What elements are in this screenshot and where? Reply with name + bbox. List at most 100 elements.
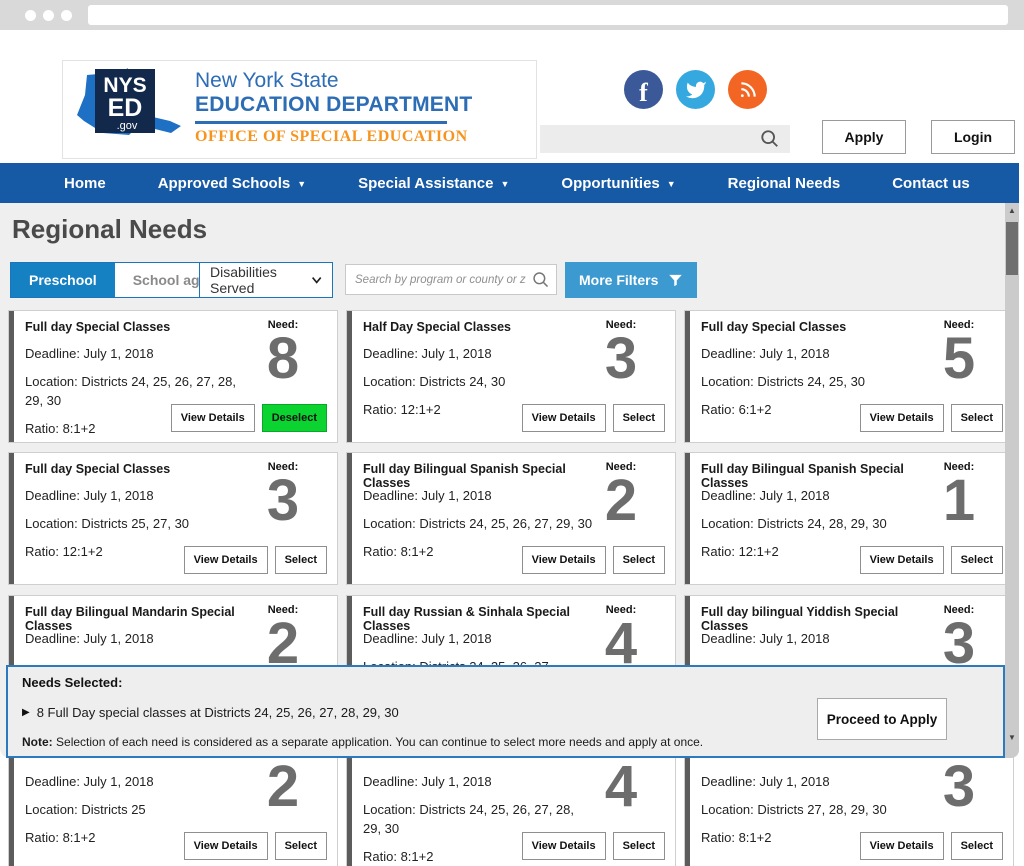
- page-title: Regional Needs: [12, 214, 207, 245]
- deselect-button[interactable]: Deselect: [262, 404, 327, 432]
- nav-item-approved-schools[interactable]: Approved Schools▼: [158, 175, 306, 192]
- card-deadline: Deadline: July 1, 2018: [25, 630, 257, 649]
- select-button[interactable]: Select: [613, 404, 665, 432]
- brand-line2: EDUCATION DEPARTMENT: [195, 93, 472, 117]
- select-button[interactable]: Select: [951, 546, 1003, 574]
- logo-ed-text: ED: [108, 94, 143, 122]
- search-icon[interactable]: [532, 271, 550, 289]
- card-accent-bar: [9, 739, 14, 866]
- selection-note-text: Selection of each need is considered as …: [56, 735, 703, 749]
- view-details-button[interactable]: View Details: [860, 546, 944, 574]
- nysed-logo[interactable]: NYS ED .gov New York State EDUCATION DEP…: [62, 60, 537, 159]
- program-search-input[interactable]: [346, 265, 556, 294]
- select-button[interactable]: Select: [613, 832, 665, 860]
- card-actions: View DetailsSelect: [860, 546, 1003, 574]
- window-dot-3[interactable]: [61, 10, 72, 21]
- card-title: Half Day Special Classes: [363, 320, 591, 334]
- card-deadline: Deadline: July 1, 2018: [25, 773, 257, 792]
- scrollbar-thumb[interactable]: [1006, 222, 1018, 275]
- selected-need-item[interactable]: ▶ 8 Full Day special classes at Districts…: [22, 705, 399, 720]
- rss-icon[interactable]: [728, 70, 767, 109]
- window-dot-2[interactable]: [43, 10, 54, 21]
- view-details-button[interactable]: View Details: [860, 404, 944, 432]
- need-card: Full day Bilingual Spanish Special Class…: [346, 452, 676, 585]
- card-location: Location: Districts 25, 27, 30: [25, 515, 257, 534]
- view-details-button[interactable]: View Details: [522, 832, 606, 860]
- card-title: Full day Bilingual Spanish Special Class…: [701, 462, 929, 490]
- needs-selected-list: ▶ 8 Full Day special classes at Districts…: [22, 705, 399, 720]
- need-card: Full day Bilingual Spanish Special Class…: [684, 452, 1014, 585]
- card-accent-bar: [347, 739, 352, 866]
- nav-item-contact-us[interactable]: Contact us: [892, 175, 970, 192]
- card-deadline: Deadline: July 1, 2018: [363, 487, 595, 506]
- card-deadline: Deadline: July 1, 2018: [701, 487, 933, 506]
- card-deadline: Deadline: July 1, 2018: [363, 345, 595, 364]
- card-location: Location: Districts 25: [25, 801, 257, 820]
- card-title: Full day Russian & Sinhala Special Class…: [363, 605, 591, 633]
- nav-item-home[interactable]: Home: [64, 175, 106, 192]
- address-bar[interactable]: [88, 5, 1008, 25]
- twitter-icon[interactable]: [676, 70, 715, 109]
- card-location: Location: Districts 24, 30: [363, 373, 595, 392]
- main-nav: Home Approved Schools▼ Special Assistance▼…: [0, 163, 1019, 203]
- scroll-up-arrow-icon[interactable]: ▲: [1005, 206, 1019, 215]
- browser-chrome: [0, 0, 1024, 30]
- view-details-button[interactable]: View Details: [860, 832, 944, 860]
- card-deadline: Deadline: July 1, 2018: [701, 773, 933, 792]
- vertical-scrollbar[interactable]: ▲ ▼: [1005, 203, 1019, 758]
- select-button[interactable]: Select: [275, 832, 327, 860]
- nav-item-opportunities[interactable]: Opportunities▼: [561, 175, 675, 192]
- disabilities-served-label: Disabilities Served: [210, 264, 311, 296]
- card-accent-bar: [685, 311, 690, 442]
- tab-preschool[interactable]: Preschool: [11, 263, 115, 297]
- card-deadline: Deadline: July 1, 2018: [363, 773, 595, 792]
- card-accent-bar: [9, 311, 14, 442]
- view-details-button[interactable]: View Details: [522, 404, 606, 432]
- brand-divider: [195, 121, 447, 124]
- card-details: Deadline: July 1, 2018: [701, 630, 933, 658]
- nav-item-regional-needs[interactable]: Regional Needs: [728, 175, 841, 192]
- card-deadline: Deadline: July 1, 2018: [25, 487, 257, 506]
- disabilities-served-dropdown[interactable]: Disabilities Served: [199, 262, 333, 298]
- proceed-to-apply-button[interactable]: Proceed to Apply: [817, 698, 947, 740]
- select-button[interactable]: Select: [951, 404, 1003, 432]
- selected-need-text: 8 Full Day special classes at Districts …: [37, 705, 399, 720]
- facebook-icon[interactable]: f: [624, 70, 663, 109]
- more-filters-button[interactable]: More Filters: [565, 262, 697, 298]
- view-details-button[interactable]: View Details: [184, 832, 268, 860]
- apply-button[interactable]: Apply: [822, 120, 906, 154]
- card-details: Deadline: July 1, 2018: [25, 630, 257, 658]
- view-details-button[interactable]: View Details: [171, 404, 255, 432]
- scroll-down-arrow-icon[interactable]: ▼: [1005, 733, 1019, 742]
- nav-item-special-assistance[interactable]: Special Assistance▼: [358, 175, 509, 192]
- card-title: Full day Special Classes: [25, 462, 253, 476]
- select-button[interactable]: Select: [275, 546, 327, 574]
- card-deadline: Deadline: July 1, 2018: [25, 345, 257, 364]
- brand-line3: OFFICE OF SPECIAL EDUCATION: [195, 128, 472, 146]
- rss-glyph: [738, 80, 758, 100]
- selection-note-label: Note:: [22, 735, 53, 749]
- card-location: Location: Districts 24, 25, 30: [701, 373, 933, 392]
- filter-funnel-icon: [668, 273, 683, 288]
- login-button[interactable]: Login: [931, 120, 1015, 154]
- nys-map-logo-icon: NYS ED .gov: [71, 63, 196, 159]
- header-search-input[interactable]: [540, 125, 790, 153]
- card-accent-bar: [347, 311, 352, 442]
- triangle-bullet-icon: ▶: [22, 707, 30, 718]
- card-deadline: Deadline: July 1, 2018: [701, 630, 933, 649]
- card-location: Location: Districts 24, 25, 26, 27, 29, …: [363, 515, 595, 534]
- card-title: Full day Bilingual Spanish Special Class…: [363, 462, 591, 490]
- age-filter-tabs: Preschool School age: [10, 262, 226, 298]
- select-button[interactable]: Select: [613, 546, 665, 574]
- card-title: Full day Special Classes: [25, 320, 253, 334]
- search-icon[interactable]: [760, 129, 780, 149]
- twitter-bird-glyph: [685, 79, 707, 101]
- card-actions: View DetailsSelect: [860, 832, 1003, 860]
- card-title: Full day Bilingual Mandarin Special Clas…: [25, 605, 253, 633]
- social-links: f: [624, 70, 767, 109]
- view-details-button[interactable]: View Details: [522, 546, 606, 574]
- select-button[interactable]: Select: [951, 832, 1003, 860]
- needs-selected-panel: Needs Selected: ▶8 Full Day special clas…: [6, 665, 1005, 758]
- window-dot-1[interactable]: [25, 10, 36, 21]
- view-details-button[interactable]: View Details: [184, 546, 268, 574]
